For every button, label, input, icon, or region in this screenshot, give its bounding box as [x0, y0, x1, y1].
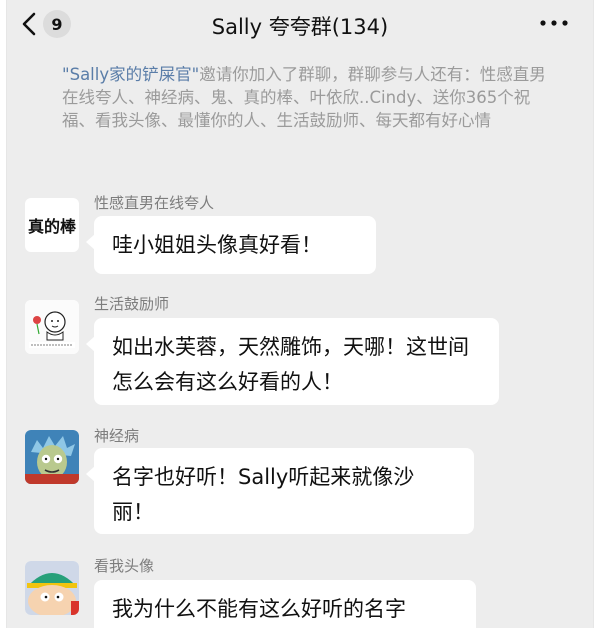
- message-bubble[interactable]: 名字也好听！Sally听起来就像沙丽！: [86, 448, 474, 534]
- top-bar: 9 Sally 夸夸群(134): [7, 0, 593, 50]
- message-bubble[interactable]: 哇小姐姐头像真好看！: [86, 216, 376, 274]
- chat-title: Sally 夸夸群(134): [211, 15, 389, 39]
- cartoon-avatar-icon: [25, 561, 79, 615]
- sender-name: 神经病: [94, 427, 140, 445]
- sender-name: 性感直男在线夸人: [94, 194, 215, 212]
- system-invite-message: "Sally家的铲屎官"邀请你加入了群聊，群聊参与人还有：性感直男在线夸人、神经…: [62, 63, 557, 132]
- more-button[interactable]: [537, 13, 571, 33]
- message-bubble[interactable]: 如出水芙蓉，天然雕饰，天哪！这世间怎么会有这么好看的人！: [86, 318, 499, 405]
- avatar[interactable]: [25, 561, 79, 615]
- avatar[interactable]: 真的棒: [25, 198, 79, 252]
- more-dots-icon: [537, 18, 571, 37]
- sender-name: 看我头像: [94, 557, 155, 575]
- inviter-link[interactable]: "Sally家的铲屎官": [62, 65, 199, 84]
- cartoon-avatar-icon: [25, 300, 79, 354]
- avatar-text: 真的棒: [25, 198, 79, 252]
- chat-screen: 9 Sally 夸夸群(134) "Sally家的铲屎官"邀请你加入了群聊，群聊…: [6, 0, 594, 628]
- avatar[interactable]: [25, 300, 79, 354]
- avatar[interactable]: [25, 430, 79, 484]
- cartoon-avatar-icon: [25, 430, 79, 484]
- sender-name: 生活鼓励师: [94, 295, 170, 313]
- message-bubble[interactable]: 我为什么不能有这么好听的名字: [94, 580, 476, 628]
